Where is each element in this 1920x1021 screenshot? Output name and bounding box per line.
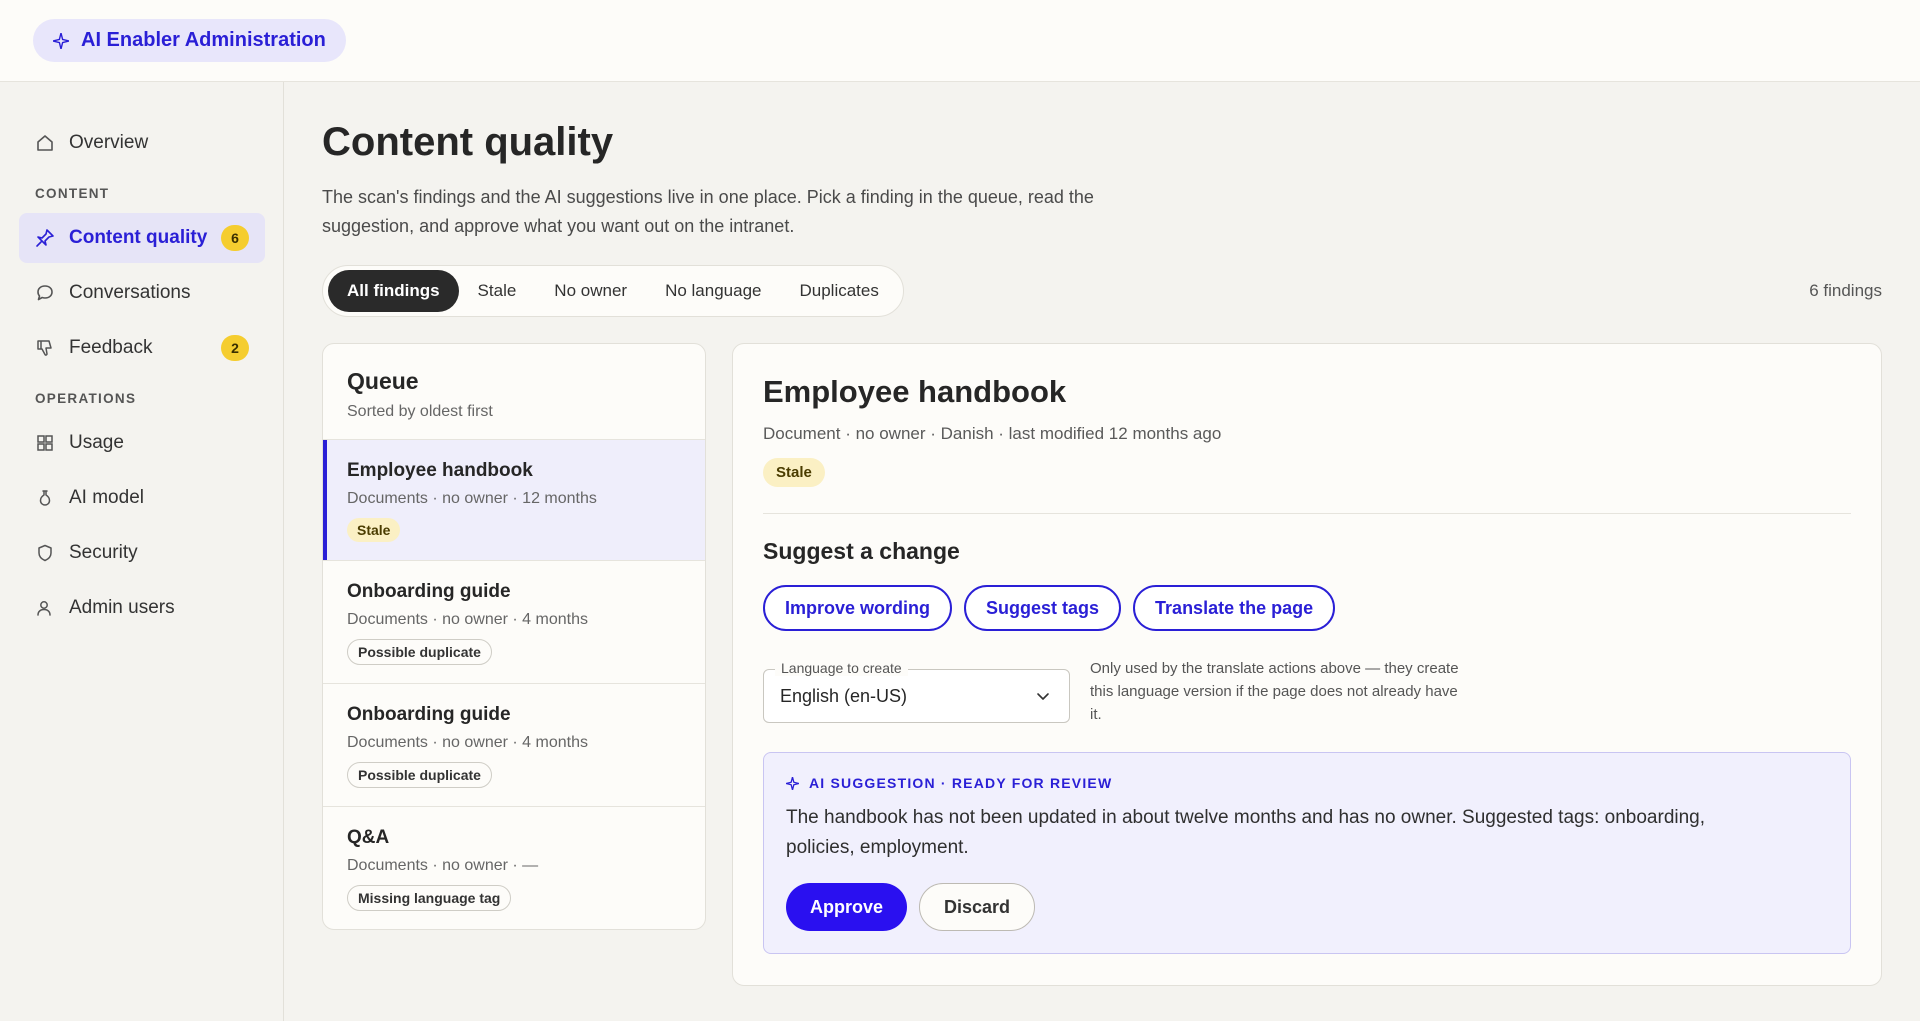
sidebar-section-operations: OPERATIONS bbox=[35, 391, 137, 406]
queue-item-name: Onboarding guide bbox=[347, 581, 511, 602]
chat-bubble-icon bbox=[35, 283, 55, 303]
chevron-down-icon bbox=[1037, 693, 1049, 700]
queue-item[interactable]: Onboarding guide Documents · no owner · … bbox=[323, 684, 705, 807]
sidebar-item-ai-model[interactable]: AI model bbox=[19, 473, 265, 523]
panels: Queue Sorted by oldest first Employee ha… bbox=[322, 343, 1882, 986]
sidebar-item-content-quality[interactable]: Content quality 6 bbox=[19, 213, 265, 263]
discard-button[interactable]: Discard bbox=[919, 883, 1036, 931]
queue-title: Queue bbox=[347, 368, 419, 394]
queue-item-meta: Documents · no owner · 4 months bbox=[347, 734, 588, 751]
queue-header: Queue Sorted by oldest first bbox=[323, 344, 705, 440]
translate-page-button[interactable]: Translate the page bbox=[1133, 585, 1336, 631]
ai-suggestion-label-text: AI SUGGESTION · READY FOR REVIEW bbox=[809, 775, 1113, 791]
thumbs-down-icon bbox=[35, 338, 55, 358]
sidebar-item-conversations[interactable]: Conversations bbox=[19, 268, 265, 318]
detail-meta: Document · no owner · Danish · last modi… bbox=[763, 424, 1222, 443]
approve-button[interactable]: Approve bbox=[786, 883, 908, 931]
grid-icon bbox=[35, 433, 55, 453]
status-badge: Stale bbox=[347, 518, 401, 542]
improve-wording-button[interactable]: Improve wording bbox=[763, 585, 953, 631]
sidebar-item-label: AI model bbox=[69, 487, 144, 508]
queue-item-meta: Documents · no owner · 4 months bbox=[347, 611, 588, 628]
status-badge: Possible duplicate bbox=[347, 639, 492, 665]
top-bar: AI Enabler Administration bbox=[0, 0, 1920, 82]
sidebar-item-usage[interactable]: Usage bbox=[19, 418, 265, 468]
language-row: Language to create English (en-US) Only … bbox=[763, 657, 1851, 726]
language-select-label: Language to create bbox=[775, 660, 908, 676]
sidebar-section-content: CONTENT bbox=[35, 186, 110, 201]
divider bbox=[763, 513, 1851, 514]
sidebar: Overview CONTENT Content quality 6 Conve… bbox=[0, 82, 284, 1021]
sidebar-item-label: Feedback bbox=[69, 337, 153, 358]
filter-tabs: All findings Stale No owner No language … bbox=[322, 265, 904, 317]
suggest-change-title: Suggest a change bbox=[763, 538, 960, 564]
sidebar-item-feedback[interactable]: Feedback 2 bbox=[19, 323, 265, 373]
sidebar-item-label: Admin users bbox=[69, 597, 175, 618]
filter-duplicates[interactable]: Duplicates bbox=[780, 270, 897, 312]
app-title: AI Enabler Administration bbox=[81, 29, 326, 51]
ai-suggestion-text: The handbook has not been updated in abo… bbox=[786, 807, 1706, 858]
queue-item-meta: Documents · no owner · 12 months bbox=[347, 490, 597, 507]
sidebar-item-label: Overview bbox=[69, 132, 149, 153]
language-select-wrap: Language to create English (en-US) bbox=[763, 660, 1070, 723]
page-description: The scan's findings and the AI suggestio… bbox=[322, 187, 1094, 236]
sidebar-item-label: Conversations bbox=[69, 282, 191, 303]
language-hint: Only used by the translate actions above… bbox=[1090, 660, 1459, 723]
queue-item-meta: Documents · no owner · — bbox=[347, 857, 539, 874]
detail-title: Employee handbook bbox=[763, 374, 1067, 409]
main-content: Content quality The scan's findings and … bbox=[284, 82, 1920, 1021]
queue-item[interactable]: Employee handbook Documents · no owner ·… bbox=[323, 440, 705, 561]
status-badge: Stale bbox=[763, 458, 825, 487]
count-badge: 2 bbox=[221, 335, 249, 361]
app-brand[interactable]: AI Enabler Administration bbox=[33, 19, 346, 62]
filter-stale[interactable]: Stale bbox=[459, 270, 536, 312]
language-select-value: English (en-US) bbox=[780, 685, 908, 706]
sidebar-item-label: Security bbox=[69, 542, 138, 563]
sidebar-item-label: Usage bbox=[69, 432, 124, 453]
filter-all-findings[interactable]: All findings bbox=[328, 270, 459, 312]
filter-row: All findings Stale No owner No language … bbox=[322, 265, 1882, 317]
pin-icon bbox=[35, 228, 55, 248]
sparkle-icon bbox=[786, 776, 799, 790]
flask-icon bbox=[35, 488, 55, 508]
sidebar-item-overview[interactable]: Overview bbox=[19, 118, 265, 168]
filter-no-owner[interactable]: No owner bbox=[535, 270, 646, 312]
suggest-tags-button[interactable]: Suggest tags bbox=[964, 585, 1122, 631]
status-badge: Missing language tag bbox=[347, 885, 512, 911]
ai-suggestion-actions: Approve Discard bbox=[786, 883, 1828, 931]
queue-subtitle: Sorted by oldest first bbox=[347, 403, 493, 420]
findings-count: 6 findings bbox=[1809, 281, 1882, 300]
filter-no-language[interactable]: No language bbox=[646, 270, 780, 312]
queue-item-name: Employee handbook bbox=[347, 460, 533, 481]
status-badge: Possible duplicate bbox=[347, 762, 492, 788]
count-badge: 6 bbox=[221, 225, 249, 251]
language-select[interactable]: English (en-US) bbox=[763, 669, 1070, 723]
queue-panel: Queue Sorted by oldest first Employee ha… bbox=[322, 343, 706, 930]
queue-item-name: Onboarding guide bbox=[347, 704, 511, 725]
detail-panel: Employee handbook Document · no owner · … bbox=[732, 343, 1882, 986]
sparkle-icon bbox=[53, 32, 69, 49]
queue-item[interactable]: Q&A Documents · no owner · — Missing lan… bbox=[323, 807, 705, 929]
shield-icon bbox=[35, 543, 55, 563]
user-icon bbox=[35, 598, 55, 618]
suggest-actions: Improve wording Suggest tags Translate t… bbox=[763, 585, 1851, 631]
home-icon bbox=[35, 133, 55, 153]
queue-item[interactable]: Onboarding guide Documents · no owner · … bbox=[323, 561, 705, 684]
ai-suggestion-box: AI SUGGESTION · READY FOR REVIEW The han… bbox=[763, 752, 1851, 954]
sidebar-item-admin-users[interactable]: Admin users bbox=[19, 583, 265, 633]
queue-item-name: Q&A bbox=[347, 827, 390, 848]
page-title: Content quality bbox=[322, 120, 614, 164]
sidebar-item-label: Content quality bbox=[69, 227, 208, 248]
sidebar-item-security[interactable]: Security bbox=[19, 528, 265, 578]
ai-suggestion-label: AI SUGGESTION · READY FOR REVIEW bbox=[786, 775, 1828, 791]
